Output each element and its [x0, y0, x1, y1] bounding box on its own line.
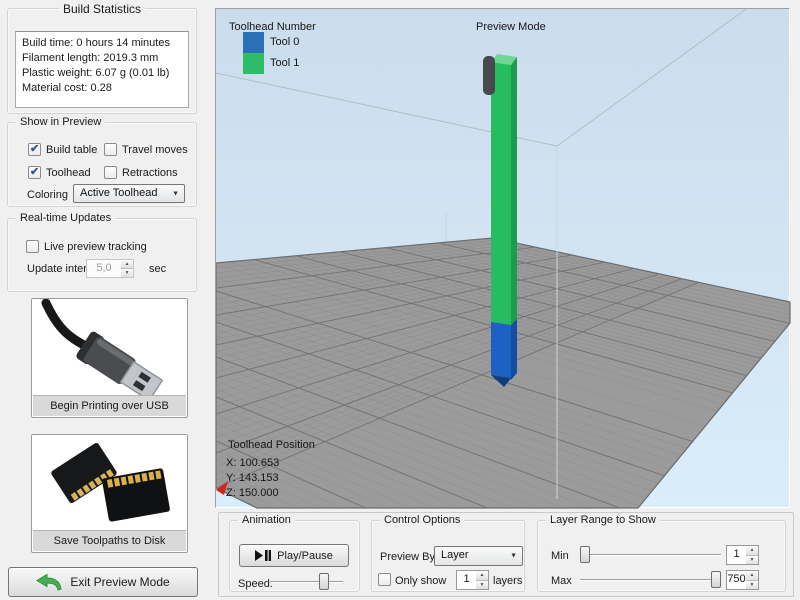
min-label: Min	[551, 550, 569, 562]
column-green-side-face	[511, 57, 517, 325]
only-show-spinner[interactable]	[476, 570, 489, 590]
travel-moves-checkbox[interactable]	[104, 143, 117, 156]
column-blue-side-face	[511, 319, 517, 380]
build-table-label: Build table	[46, 144, 97, 156]
usb-button-caption: Begin Printing over USB	[33, 395, 186, 416]
speed-slider-thumb[interactable]	[319, 573, 329, 590]
realtime-updates-group: Real-time Updates Live preview tracking …	[7, 218, 197, 292]
control-options-group: Control Options Preview By Layer Only sh…	[371, 520, 525, 592]
preview-by-value: Layer	[441, 549, 469, 561]
realtime-updates-title: Real-time Updates	[16, 212, 115, 224]
bottom-control-bar: Animation Play/Pause Speed: Control Opti…	[218, 512, 794, 597]
live-preview-label: Live preview tracking	[44, 241, 147, 253]
save-toolpaths-button[interactable]: Save Toolpaths to Disk	[31, 434, 188, 553]
animation-title: Animation	[238, 514, 295, 526]
spin-up-icon[interactable]	[121, 260, 133, 269]
toolhead-label: Toolhead	[46, 167, 91, 179]
max-layer-input[interactable]: 750	[726, 570, 747, 590]
toolhead-marker	[483, 56, 495, 95]
column-green-front-face	[491, 62, 511, 325]
min-layer-spinner[interactable]	[746, 545, 759, 565]
spin-up-icon[interactable]	[476, 571, 488, 581]
green-back-arrow-icon	[36, 574, 62, 591]
stat-material-cost: Material cost: 0.28	[22, 81, 182, 96]
layer-range-group: Layer Range to Show Min 1 Max 750	[537, 520, 786, 592]
spin-up-icon[interactable]	[746, 546, 758, 556]
exit-preview-mode-button[interactable]: Exit Preview Mode	[8, 567, 198, 597]
legend-tool0-label: Tool 0	[270, 36, 299, 48]
retractions-label: Retractions	[122, 167, 178, 179]
spin-up-icon[interactable]	[746, 571, 758, 581]
printed-column	[491, 54, 517, 387]
max-label: Max	[551, 575, 572, 587]
min-slider-track	[580, 554, 721, 556]
wireframe-top-right-edge	[557, 9, 749, 146]
speed-slider-track	[271, 581, 343, 583]
exit-button-label: Exit Preview Mode	[70, 575, 169, 589]
show-in-preview-group: Show in Preview Build table Travel moves…	[7, 122, 197, 207]
legend-tool1-label: Tool 1	[270, 57, 299, 69]
retractions-checkbox[interactable]	[104, 166, 117, 179]
min-layer-input[interactable]: 1	[726, 545, 747, 565]
spin-down-icon[interactable]	[746, 581, 758, 590]
sd-cards-icon	[32, 435, 187, 530]
only-show-layers-input[interactable]: 1	[456, 570, 477, 590]
toolhead-position-title: Toolhead Position	[228, 439, 315, 451]
layers-suffix-label: layers	[493, 575, 522, 587]
preview-mode-label: Preview Mode	[476, 21, 546, 33]
only-show-label: Only show	[395, 575, 446, 587]
spin-down-icon[interactable]	[121, 269, 133, 277]
max-slider-thumb[interactable]	[711, 571, 721, 588]
show-in-preview-title: Show in Preview	[16, 116, 105, 128]
preview-3d-viewport[interactable]: Toolhead Number Tool 0 Tool 1 Preview Mo…	[215, 8, 790, 508]
speed-slider[interactable]	[271, 573, 343, 591]
live-preview-checkbox[interactable]	[26, 240, 39, 253]
control-options-title: Control Options	[380, 514, 464, 526]
play-pause-icon	[255, 550, 271, 561]
scene-canvas[interactable]	[216, 9, 791, 509]
update-interval-spinner[interactable]	[121, 259, 134, 278]
layer-range-title: Layer Range to Show	[546, 514, 660, 526]
application-window: { "sidebar": { "build_statistics": { "ti…	[0, 0, 800, 600]
stat-filament-length: Filament length: 2019.3 mm	[22, 51, 182, 66]
max-layer-slider[interactable]	[580, 571, 721, 589]
min-slider-thumb[interactable]	[580, 546, 590, 563]
legend-tool1-swatch	[243, 53, 264, 74]
max-layer-spinner[interactable]	[746, 570, 759, 590]
sd-button-caption: Save Toolpaths to Disk	[33, 530, 186, 551]
spin-down-icon[interactable]	[476, 581, 488, 590]
coloring-dropdown-value: Active Toolhead	[80, 187, 157, 199]
play-pause-button[interactable]: Play/Pause	[239, 544, 349, 567]
only-show-checkbox[interactable]	[378, 573, 391, 586]
stat-build-time: Build time: 0 hours 14 minutes	[22, 36, 182, 51]
toolhead-position-z: Z: 150.000	[226, 487, 279, 499]
toolhead-checkbox[interactable]	[28, 166, 41, 179]
max-slider-track	[580, 579, 721, 581]
travel-moves-label: Travel moves	[122, 144, 188, 156]
preview-by-label: Preview By	[380, 551, 435, 563]
play-pause-label: Play/Pause	[277, 550, 333, 562]
sidebar: Build Statistics Build time: 0 hours 14 …	[0, 0, 215, 600]
column-blue-front-face	[491, 322, 511, 378]
min-layer-slider[interactable]	[580, 546, 721, 564]
build-statistics-box: Build time: 0 hours 14 minutes Filament …	[15, 31, 189, 108]
toolhead-position-x: X: 100.653	[226, 457, 279, 469]
spin-down-icon[interactable]	[746, 556, 758, 565]
update-interval-unit: sec	[149, 263, 166, 275]
speed-label: Speed:	[238, 578, 273, 590]
stat-plastic-weight: Plastic weight: 6.07 g (0.01 lb)	[22, 66, 182, 81]
build-statistics-group: Build Statistics Build time: 0 hours 14 …	[7, 8, 197, 114]
usb-cable-icon	[32, 299, 187, 395]
build-table-checkbox[interactable]	[28, 143, 41, 156]
legend-tool0-swatch	[243, 32, 264, 53]
animation-group: Animation Play/Pause Speed:	[229, 520, 360, 592]
begin-printing-usb-button[interactable]: Begin Printing over USB	[31, 298, 188, 418]
build-statistics-title: Build Statistics	[59, 2, 145, 16]
coloring-label: Coloring	[27, 189, 68, 201]
preview-by-dropdown[interactable]: Layer	[434, 546, 523, 566]
coloring-dropdown[interactable]: Active Toolhead	[73, 184, 185, 203]
update-interval-input[interactable]: 5,0	[86, 259, 122, 278]
toolhead-position-y: Y: 143.153	[226, 472, 279, 484]
